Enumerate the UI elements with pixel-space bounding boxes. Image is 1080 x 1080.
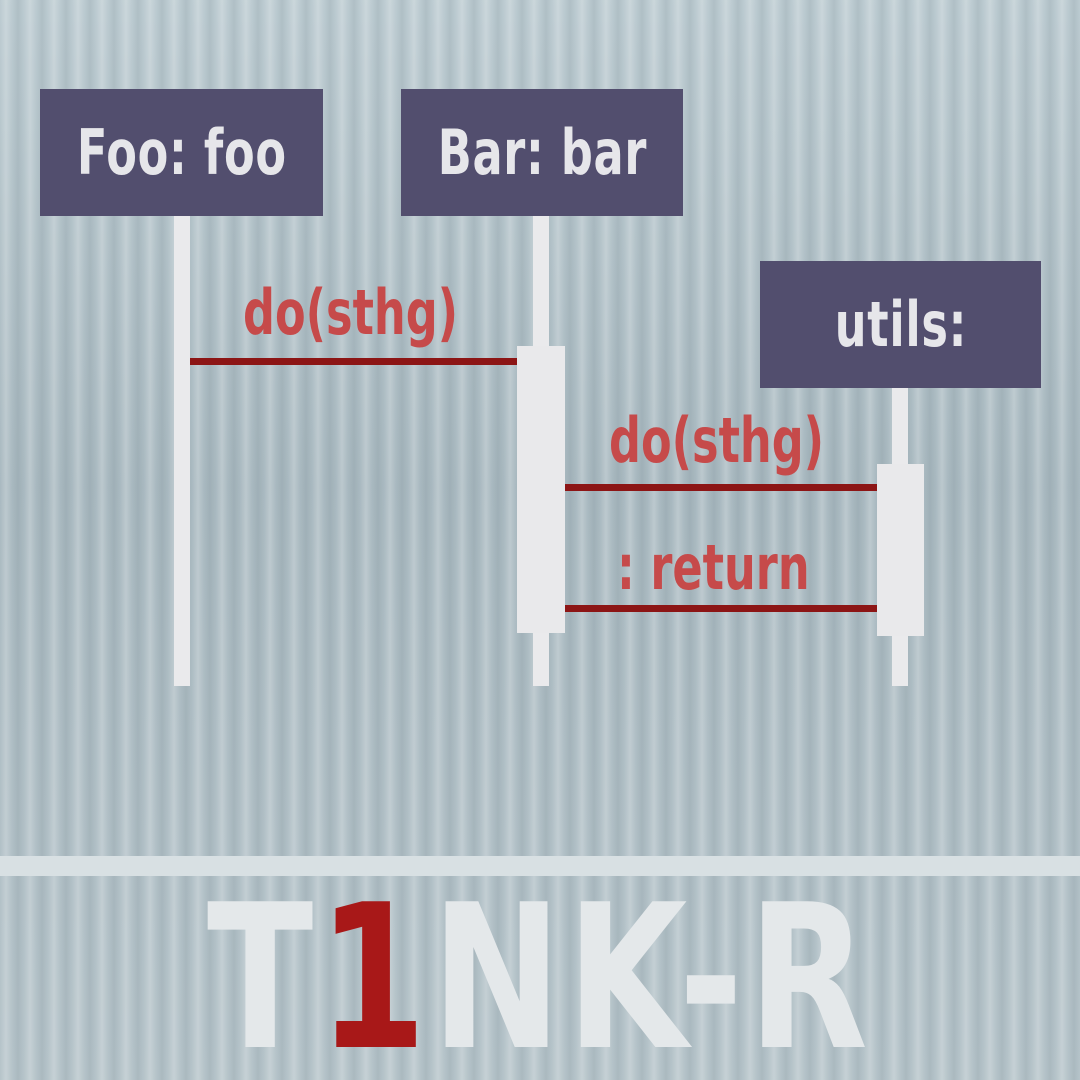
activation-bar [517,346,565,633]
participant-bar-label: Bar: bar [437,116,647,189]
participant-utils-label: utils: [834,288,967,361]
participant-foo-label: Foo: foo [76,116,287,189]
message-line-utils-to-bar [565,605,877,612]
message-label-utils-to-bar: : return [617,531,810,604]
message-line-bar-to-utils [565,484,877,491]
brand-logo-accent: 1 [318,861,432,1080]
participant-bar: Bar: bar [401,89,683,216]
brand-logo: T1NK-R [0,862,1080,1080]
participant-utils: utils: [760,261,1041,388]
message-label-foo-to-bar: do(sthg) [243,276,459,349]
brand-logo-suffix: NK-R [431,861,873,1080]
message-label-bar-to-utils: do(sthg) [609,404,825,477]
message-line-foo-to-bar [190,358,517,365]
lifeline-foo [174,216,190,686]
participant-foo: Foo: foo [40,89,323,216]
brand-logo-prefix: T [207,861,319,1080]
sequence-diagram-canvas: Foo: foo Bar: bar utils: do(sthg) do(sth… [0,0,1080,1080]
